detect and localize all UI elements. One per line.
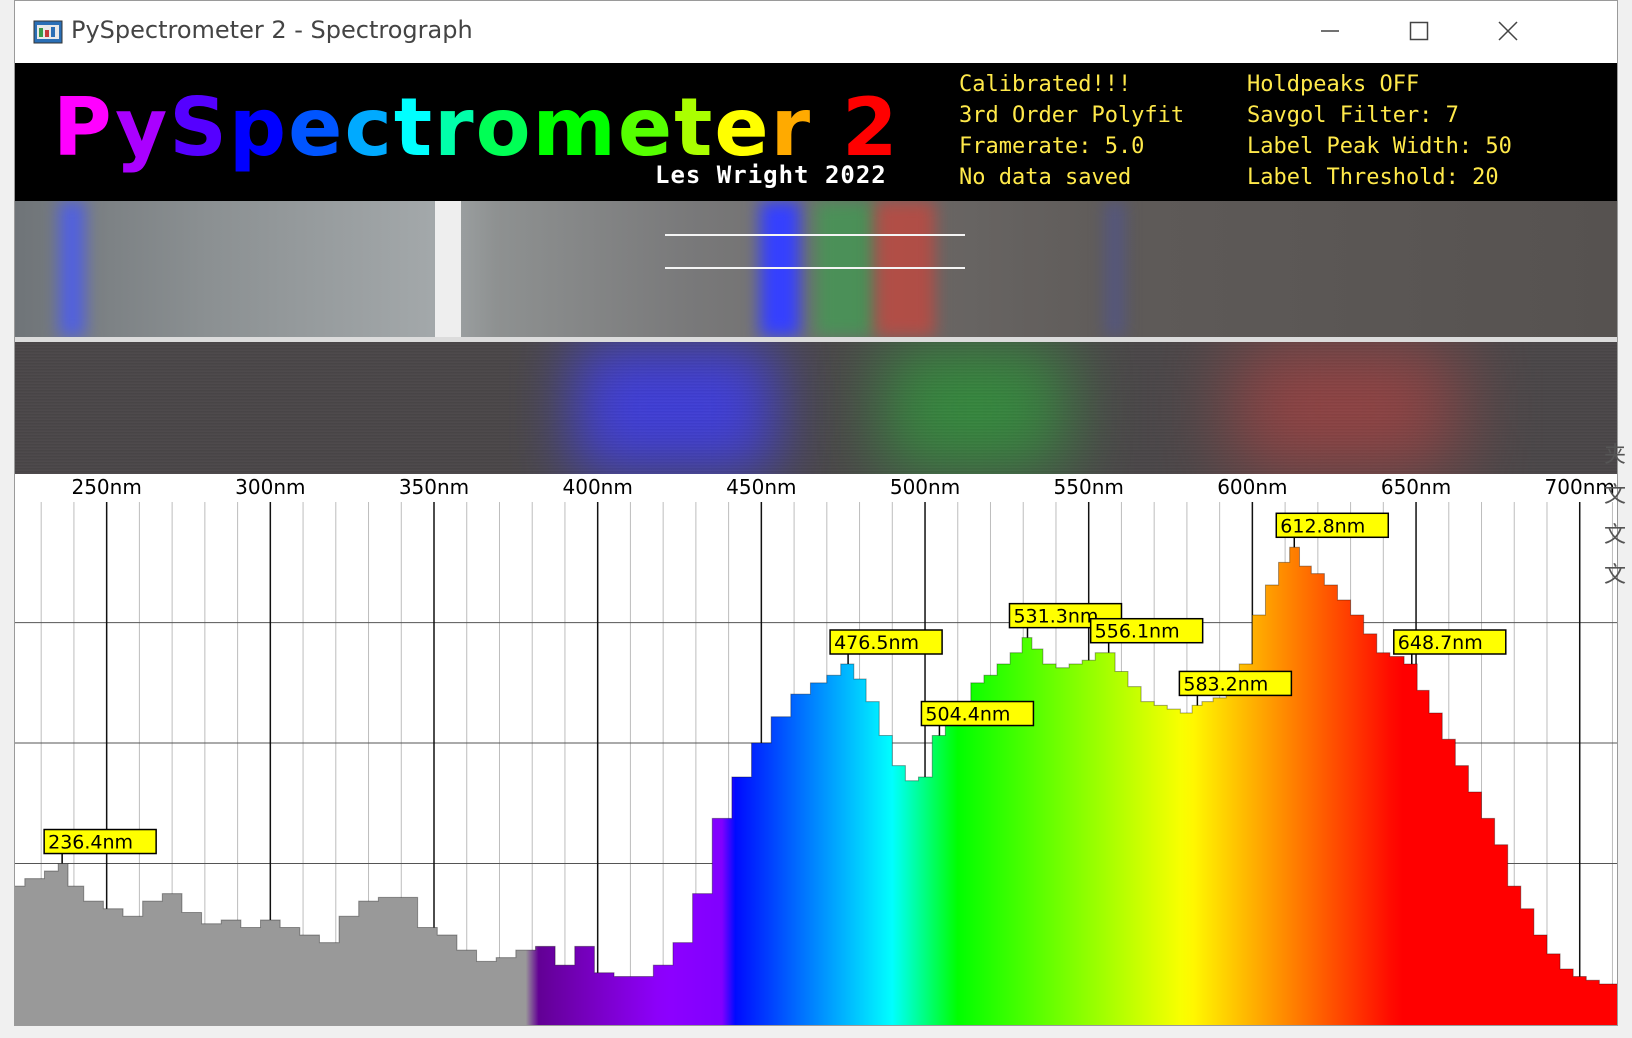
- peak-label: 504.4nm: [925, 704, 1010, 726]
- peak-label: 556.1nm: [1095, 621, 1180, 643]
- side-glyph: 文: [1604, 483, 1627, 508]
- spectrum-area: [15, 547, 1617, 1025]
- title-bar[interactable]: PySpectrometer 2 - Spectrograph: [15, 1, 1617, 61]
- side-glyph: 夹: [1604, 443, 1627, 468]
- close-icon: [1498, 21, 1518, 41]
- x-tick-label: 650nm: [1381, 475, 1451, 499]
- status-right: Holdpeaks OFF Savgol Filter: 7 Label Pea…: [1247, 69, 1512, 193]
- logo-letter: e: [288, 81, 345, 174]
- logo-letter: o: [475, 81, 533, 174]
- spectrum-chart: 250nm 300nm 350nm 400nm 450nm 500nm 550nm 600nm…: [15, 475, 1617, 1025]
- background-window-text: 夹 文 文 文: [1604, 436, 1632, 596]
- maximize-button[interactable]: [1389, 9, 1449, 53]
- logo-letter: P: [53, 81, 116, 174]
- crop-line-bottom[interactable]: [665, 267, 965, 269]
- x-tick-label: 250nm: [71, 475, 141, 499]
- window-title: PySpectrometer 2 - Spectrograph: [71, 16, 473, 44]
- logo-letter: c: [344, 81, 394, 174]
- strip-noise: [15, 342, 1617, 474]
- spectrograph-window: PySpectrometer 2 - Spectrograph PySpectr…: [14, 0, 1618, 1026]
- camera-slit: [435, 201, 461, 337]
- camera-band-red: [875, 201, 935, 337]
- side-glyph: 文: [1604, 523, 1627, 548]
- camera-band-green: [815, 201, 875, 337]
- status-framerate: Framerate: 5.0: [959, 134, 1145, 159]
- spectrograph-app-icon: [33, 20, 63, 44]
- x-tick-label: 350nm: [399, 475, 469, 499]
- spectrum-strip: [15, 342, 1617, 474]
- x-tick-label: 550nm: [1054, 475, 1124, 499]
- close-button[interactable]: [1478, 9, 1538, 53]
- x-tick-label: 300nm: [235, 475, 305, 499]
- logo-letter: m: [532, 81, 618, 174]
- logo-letter: t: [393, 81, 435, 174]
- peak-label: 648.7nm: [1398, 632, 1483, 654]
- x-tick-label: 500nm: [890, 475, 960, 499]
- camera-view: [15, 201, 1617, 337]
- x-tick-label: 600nm: [1217, 475, 1287, 499]
- status-calibration: Calibrated!!!: [959, 72, 1132, 97]
- spectrum-graph: 250nm 300nm 350nm 400nm 450nm 500nm 550nm 600nm…: [15, 474, 1617, 1025]
- status-save: No data saved: [959, 165, 1132, 190]
- logo-letter: r: [434, 81, 476, 174]
- peak-label: 236.4nm: [48, 832, 133, 854]
- logo-letter: y: [115, 81, 170, 174]
- x-tick-label: 450nm: [726, 475, 796, 499]
- camera-band-blue: [760, 201, 800, 337]
- author-credit: Les Wright 2022: [655, 161, 887, 189]
- maximize-icon: [1409, 21, 1429, 41]
- logo-letter: p: [228, 81, 289, 174]
- logo-letter: S: [169, 81, 229, 174]
- side-glyph: 文: [1604, 563, 1627, 588]
- status-savgol: Savgol Filter: 7: [1247, 103, 1459, 128]
- minimize-icon: [1321, 30, 1339, 32]
- peak-label: 583.2nm: [1183, 673, 1268, 695]
- status-left: Calibrated!!! 3rd Order Polyfit Framerat…: [959, 69, 1184, 193]
- peak-label: 531.3nm: [1013, 606, 1098, 628]
- header-banner: PySpectrometer 2 Les Wright 2022 Calibra…: [15, 63, 1617, 201]
- status-peak-width: Label Peak Width: 50: [1247, 134, 1512, 159]
- minimize-button[interactable]: [1300, 9, 1360, 53]
- status-polyfit: 3rd Order Polyfit: [959, 103, 1185, 128]
- peak-label: 612.8nm: [1280, 515, 1365, 537]
- camera-band-faint: [1105, 201, 1125, 337]
- x-tick-label: 400nm: [563, 475, 633, 499]
- crop-line-top[interactable]: [665, 234, 965, 236]
- peak-label: 476.5nm: [834, 632, 919, 654]
- status-holdpeaks: Holdpeaks OFF: [1247, 72, 1420, 97]
- status-threshold: Label Threshold: 20: [1247, 165, 1499, 190]
- camera-band-blue-left: [59, 201, 85, 337]
